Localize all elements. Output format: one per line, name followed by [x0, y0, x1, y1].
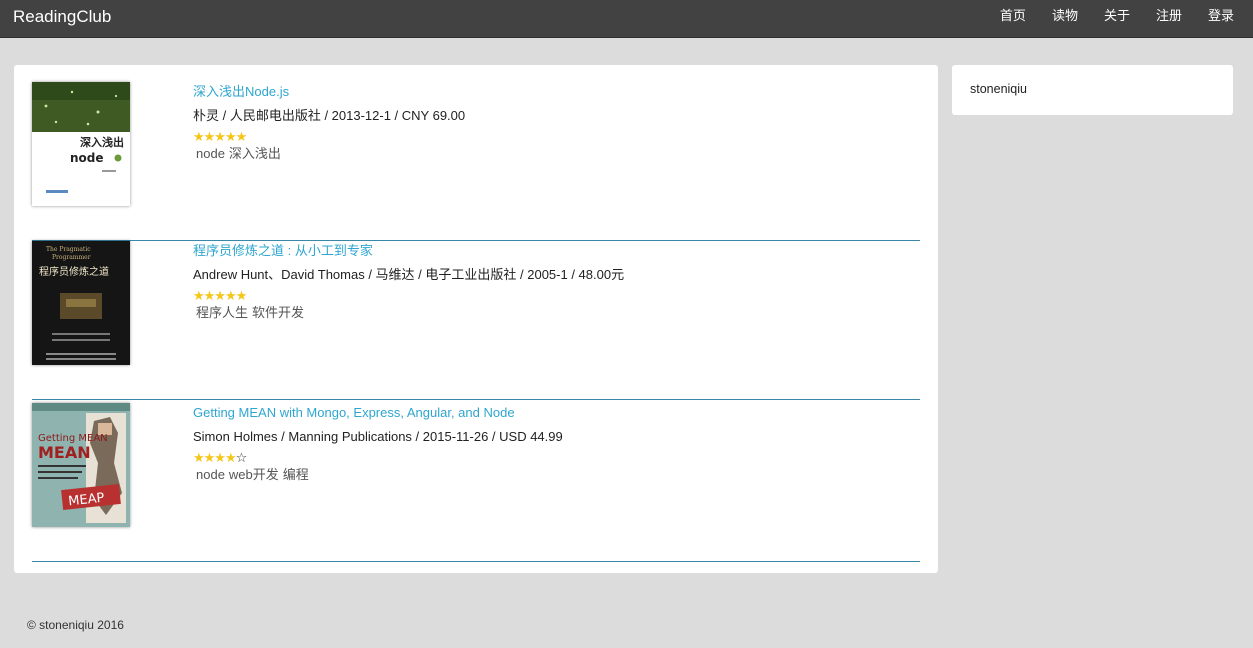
star-icon: ★★★★★: [193, 288, 247, 303]
book-meta: 朴灵 / 人民邮电出版社 / 2013-12-1 / CNY 69.00: [193, 108, 466, 123]
book-cover[interactable]: The Pragmatic Programmer 程序员修炼之道: [32, 241, 130, 365]
nav-item-home[interactable]: 首页: [987, 0, 1039, 38]
book-info: 深入浅出Node.js 朴灵 / 人民邮电出版社 / 2013-12-1 / C…: [193, 82, 465, 161]
book-cover[interactable]: 深入浅出 node: [32, 82, 130, 206]
star-icon: ★★★★: [193, 450, 237, 465]
svg-text:The Pragmatic: The Pragmatic: [46, 246, 91, 253]
book-item: 深入浅出 node 深入浅出Node.js 朴灵 / 人民邮电出版社 / 201…: [32, 82, 920, 241]
rating-stars: ★★★★★: [193, 289, 624, 302]
tag-label[interactable]: node: [196, 467, 225, 482]
tag-label[interactable]: 软件开发: [252, 305, 304, 320]
star-icon: ★★★★★: [193, 129, 247, 144]
navbar: ReadingClub 首页 读物 关于 注册 登录: [0, 0, 1253, 38]
rating-stars: ★★★★☆: [193, 451, 563, 464]
book-list-panel: 深入浅出 node 深入浅出Node.js 朴灵 / 人民邮电出版社 / 201…: [14, 65, 938, 573]
book-cover[interactable]: Getting MEAN MEAN MEAP: [32, 403, 130, 527]
tag-label[interactable]: node: [196, 146, 225, 161]
book-tags: node web开发 编程: [193, 467, 563, 482]
nav-item-books[interactable]: 读物: [1039, 0, 1091, 38]
tag-label[interactable]: 深入浅出: [229, 146, 281, 161]
footer-copyright: © stoneniqiu 2016: [27, 618, 124, 632]
svg-text:深入浅出: 深入浅出: [80, 135, 124, 149]
nav-item-register[interactable]: 注册: [1143, 0, 1195, 38]
rating-stars: ★★★★★: [193, 130, 465, 143]
tag-label[interactable]: 程序人生: [196, 305, 248, 320]
brand-link[interactable]: ReadingClub: [13, 7, 111, 27]
nav-item-login[interactable]: 登录: [1195, 0, 1253, 38]
user-panel: stoneniqiu: [952, 65, 1233, 115]
svg-text:程序员修炼之道: 程序员修炼之道: [39, 265, 109, 278]
username[interactable]: stoneniqiu: [970, 82, 1027, 96]
book-info: Getting MEAN with Mongo, Express, Angula…: [193, 403, 563, 482]
book-tags: 程序人生 软件开发: [193, 305, 624, 320]
book-tags: node 深入浅出: [193, 146, 465, 161]
book-title-link[interactable]: Getting MEAN with Mongo, Express, Angula…: [193, 405, 563, 420]
book-item: Getting MEAN MEAN MEAP Getting MEAN with…: [32, 403, 920, 562]
star-empty-icon: ☆: [235, 450, 248, 465]
book-info: 程序员修炼之道 : 从小工到专家 Andrew Hunt、David Thoma…: [193, 241, 624, 320]
nav-item-about[interactable]: 关于: [1091, 0, 1143, 38]
tag-label[interactable]: 编程: [283, 467, 309, 482]
book-meta: Andrew Hunt、David Thomas / 马维达 / 电子工业出版社…: [193, 267, 625, 282]
book-item: The Pragmatic Programmer 程序员修炼之道 程序员修炼之道…: [32, 241, 920, 400]
tag-label[interactable]: web开发: [229, 467, 279, 482]
nav-menu: 首页 读物 关于 注册 登录: [987, 0, 1253, 38]
book-title-link[interactable]: 深入浅出Node.js: [193, 84, 465, 99]
book-title-link[interactable]: 程序员修炼之道 : 从小工到专家: [193, 243, 624, 258]
svg-text:MEAN: MEAN: [38, 443, 91, 462]
svg-text:node: node: [70, 151, 104, 165]
svg-text:Programmer: Programmer: [52, 254, 91, 261]
book-meta: Simon Holmes / Manning Publications / 20…: [193, 429, 563, 444]
